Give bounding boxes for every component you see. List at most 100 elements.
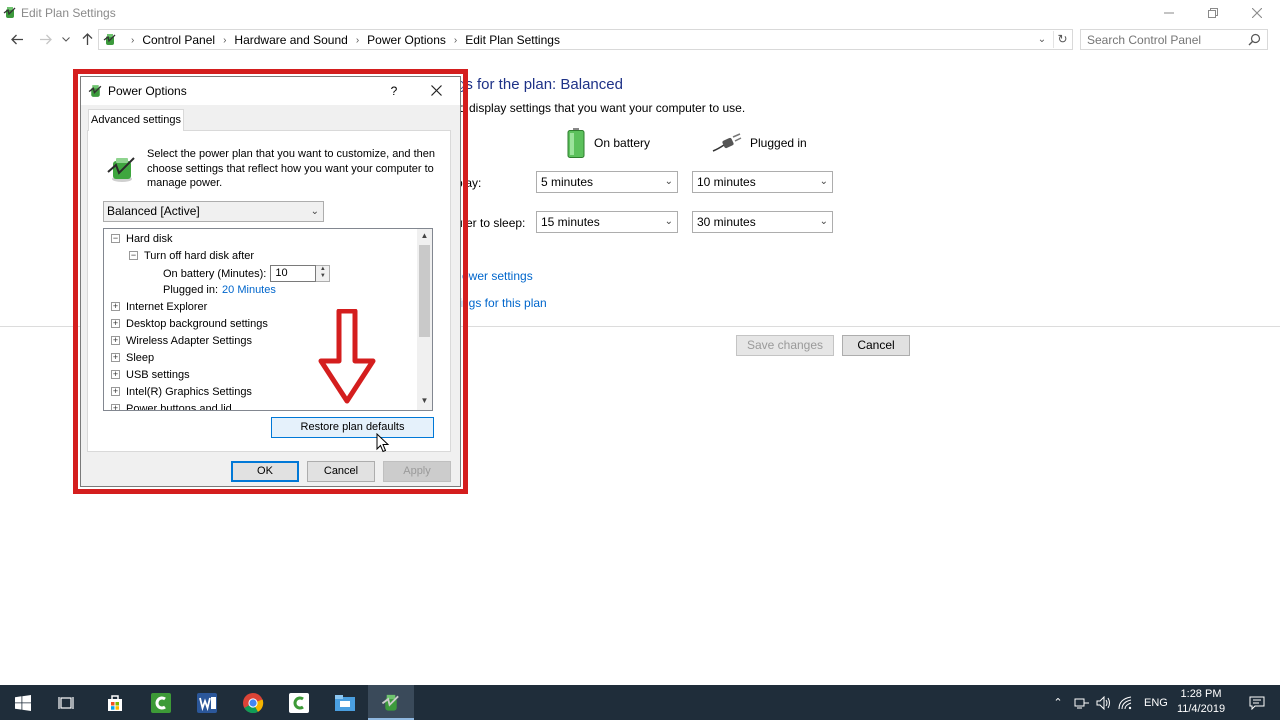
tree-item-label: Intel(R) Graphics Settings	[126, 385, 252, 398]
tree-item-desktop-background[interactable]: + Desktop background settings	[111, 315, 268, 332]
taskbar-power-options[interactable]	[368, 685, 414, 720]
taskbar-camtasia[interactable]	[138, 685, 184, 720]
minimize-button[interactable]	[1146, 0, 1192, 26]
volume-icon[interactable]	[1096, 695, 1112, 710]
taskbar-store[interactable]	[92, 685, 138, 720]
dialog-title: Power Options	[108, 84, 187, 98]
save-changes-button[interactable]: Save changes	[736, 335, 834, 356]
taskbar-camtasia-recorder[interactable]	[276, 685, 322, 720]
tree-item-usb-settings[interactable]: + USB settings	[111, 366, 190, 383]
taskbar-file-explorer[interactable]	[322, 685, 368, 720]
page-description: d display settings that you want your co…	[459, 101, 746, 115]
sleep-plugged-in-select[interactable]: 30 minutes ⌄	[692, 211, 833, 233]
taskbar-clock[interactable]: 1:28 PM 11/4/2019	[1170, 687, 1232, 717]
tree-item-label: USB settings	[126, 368, 190, 381]
close-icon	[1252, 8, 1262, 18]
expand-icon[interactable]: +	[111, 319, 120, 328]
expand-icon[interactable]: +	[111, 370, 120, 379]
cancel-button[interactable]: Cancel	[842, 335, 910, 356]
tree-scrollbar[interactable]: ▲ ▼	[417, 229, 432, 410]
camtasia-icon	[151, 692, 171, 713]
clock-date: 11/4/2019	[1176, 703, 1226, 715]
apply-button[interactable]: Apply	[383, 461, 451, 482]
breadcrumb-edit-plan-settings[interactable]: Edit Plan Settings	[465, 33, 560, 47]
tree-item-label: Power buttons and lid	[126, 402, 232, 411]
up-button[interactable]	[78, 30, 96, 48]
scroll-thumb[interactable]	[419, 245, 430, 337]
dialog-cancel-button[interactable]: Cancel	[307, 461, 375, 482]
chevron-down-icon: ⌄	[819, 176, 828, 187]
address-dropdown-icon[interactable]: ⌄	[1034, 31, 1050, 48]
on-battery-minutes-input[interactable]: 10	[270, 265, 317, 282]
tree-item-label: Turn off hard disk after	[144, 249, 255, 262]
restore-plan-defaults-button[interactable]: Restore plan defaults	[271, 417, 434, 438]
restore-button[interactable]	[1190, 0, 1236, 26]
settings-tree[interactable]: − Hard disk − Turn off hard disk after O…	[103, 228, 433, 411]
ok-button[interactable]: OK	[231, 461, 299, 482]
start-button[interactable]	[0, 685, 46, 720]
network-icon[interactable]	[1074, 696, 1090, 710]
close-button[interactable]	[1234, 0, 1280, 26]
search-box[interactable]	[1080, 29, 1268, 50]
power-options-icon	[381, 694, 399, 711]
search-input[interactable]	[1081, 30, 1241, 49]
plugged-in-label: Plugged in	[750, 136, 807, 150]
tree-item-power-buttons[interactable]: + Power buttons and lid	[111, 400, 232, 411]
breadcrumb-power-options[interactable]: Power Options	[367, 33, 446, 47]
spin-up-icon[interactable]: ▲	[316, 266, 329, 273]
breadcrumb-hardware-and-sound[interactable]: Hardware and Sound	[234, 33, 347, 47]
address-bar[interactable]: › Control Panel › Hardware and Sound › P…	[98, 29, 1073, 50]
tab-advanced-settings[interactable]: Advanced settings	[88, 109, 184, 131]
tree-item-internet-explorer[interactable]: + Internet Explorer	[111, 298, 207, 315]
action-center-button[interactable]	[1234, 685, 1280, 720]
collapse-icon[interactable]: −	[111, 234, 120, 243]
wifi-icon[interactable]	[1118, 696, 1134, 710]
taskbar-word[interactable]	[184, 685, 230, 720]
display-plugged-in-select[interactable]: 10 minutes ⌄	[692, 171, 833, 193]
task-view-button[interactable]	[44, 685, 90, 720]
chevron-right-icon[interactable]: ›	[454, 35, 457, 46]
scroll-up-icon[interactable]: ▲	[417, 231, 432, 243]
chevron-right-icon[interactable]: ›	[223, 35, 226, 46]
restore-icon	[1208, 8, 1218, 18]
chevron-right-icon[interactable]: ›	[356, 35, 359, 46]
help-button[interactable]: ?	[381, 79, 407, 103]
expand-icon[interactable]: +	[111, 302, 120, 311]
chevron-down-icon: ⌄	[310, 206, 319, 217]
tree-item-turn-off-hard-disk[interactable]: − Turn off hard disk after	[129, 247, 254, 264]
minutes-spinner[interactable]: ▲ ▼	[316, 265, 331, 282]
scroll-down-icon[interactable]: ▼	[417, 396, 432, 408]
expand-icon[interactable]: +	[111, 336, 120, 345]
taskbar-chrome[interactable]	[230, 685, 276, 720]
forward-button[interactable]	[36, 30, 54, 48]
display-on-battery-select[interactable]: 5 minutes ⌄	[536, 171, 678, 193]
spin-down-icon[interactable]: ▼	[316, 273, 329, 280]
back-button[interactable]	[8, 30, 26, 48]
on-battery-minutes-label: On battery (Minutes):	[163, 267, 267, 280]
search-icon[interactable]	[1248, 33, 1261, 46]
recent-locations-button[interactable]	[60, 30, 72, 48]
sleep-on-battery-select[interactable]: 15 minutes ⌄	[536, 211, 678, 233]
power-plan-select[interactable]: Balanced [Active] ⌄	[103, 201, 324, 222]
expand-icon[interactable]: +	[111, 353, 120, 362]
tree-item-intel-graphics[interactable]: + Intel(R) Graphics Settings	[111, 383, 252, 400]
tree-item-label: Sleep	[126, 351, 155, 364]
down-arrow-annotation-icon	[318, 309, 376, 404]
up-arrow-icon	[82, 32, 92, 45]
collapse-icon[interactable]: −	[129, 251, 138, 260]
expand-icon[interactable]: +	[111, 387, 120, 396]
dialog-close-button[interactable]	[421, 79, 451, 103]
tree-item-sleep[interactable]: + Sleep	[111, 349, 154, 366]
refresh-icon[interactable]: ↻	[1053, 31, 1071, 48]
show-hidden-icons-chevron-up-icon[interactable]: ⌃	[1050, 696, 1066, 709]
language-indicator[interactable]: ENG	[1144, 697, 1168, 709]
expand-icon[interactable]: +	[111, 404, 120, 410]
tree-item-wireless-adapter[interactable]: + Wireless Adapter Settings	[111, 332, 252, 349]
advanced-power-settings-link[interactable]: ower settings	[462, 269, 533, 283]
plugged-in-minutes-value[interactable]: 20 Minutes	[222, 284, 276, 296]
tree-item-label: Wireless Adapter Settings	[126, 334, 252, 347]
chevron-right-icon: ›	[131, 34, 135, 46]
tree-item-hard-disk[interactable]: − Hard disk	[111, 230, 172, 247]
restore-default-settings-link[interactable]: tings for this plan	[456, 296, 547, 310]
breadcrumb-control-panel[interactable]: Control Panel	[142, 33, 215, 47]
